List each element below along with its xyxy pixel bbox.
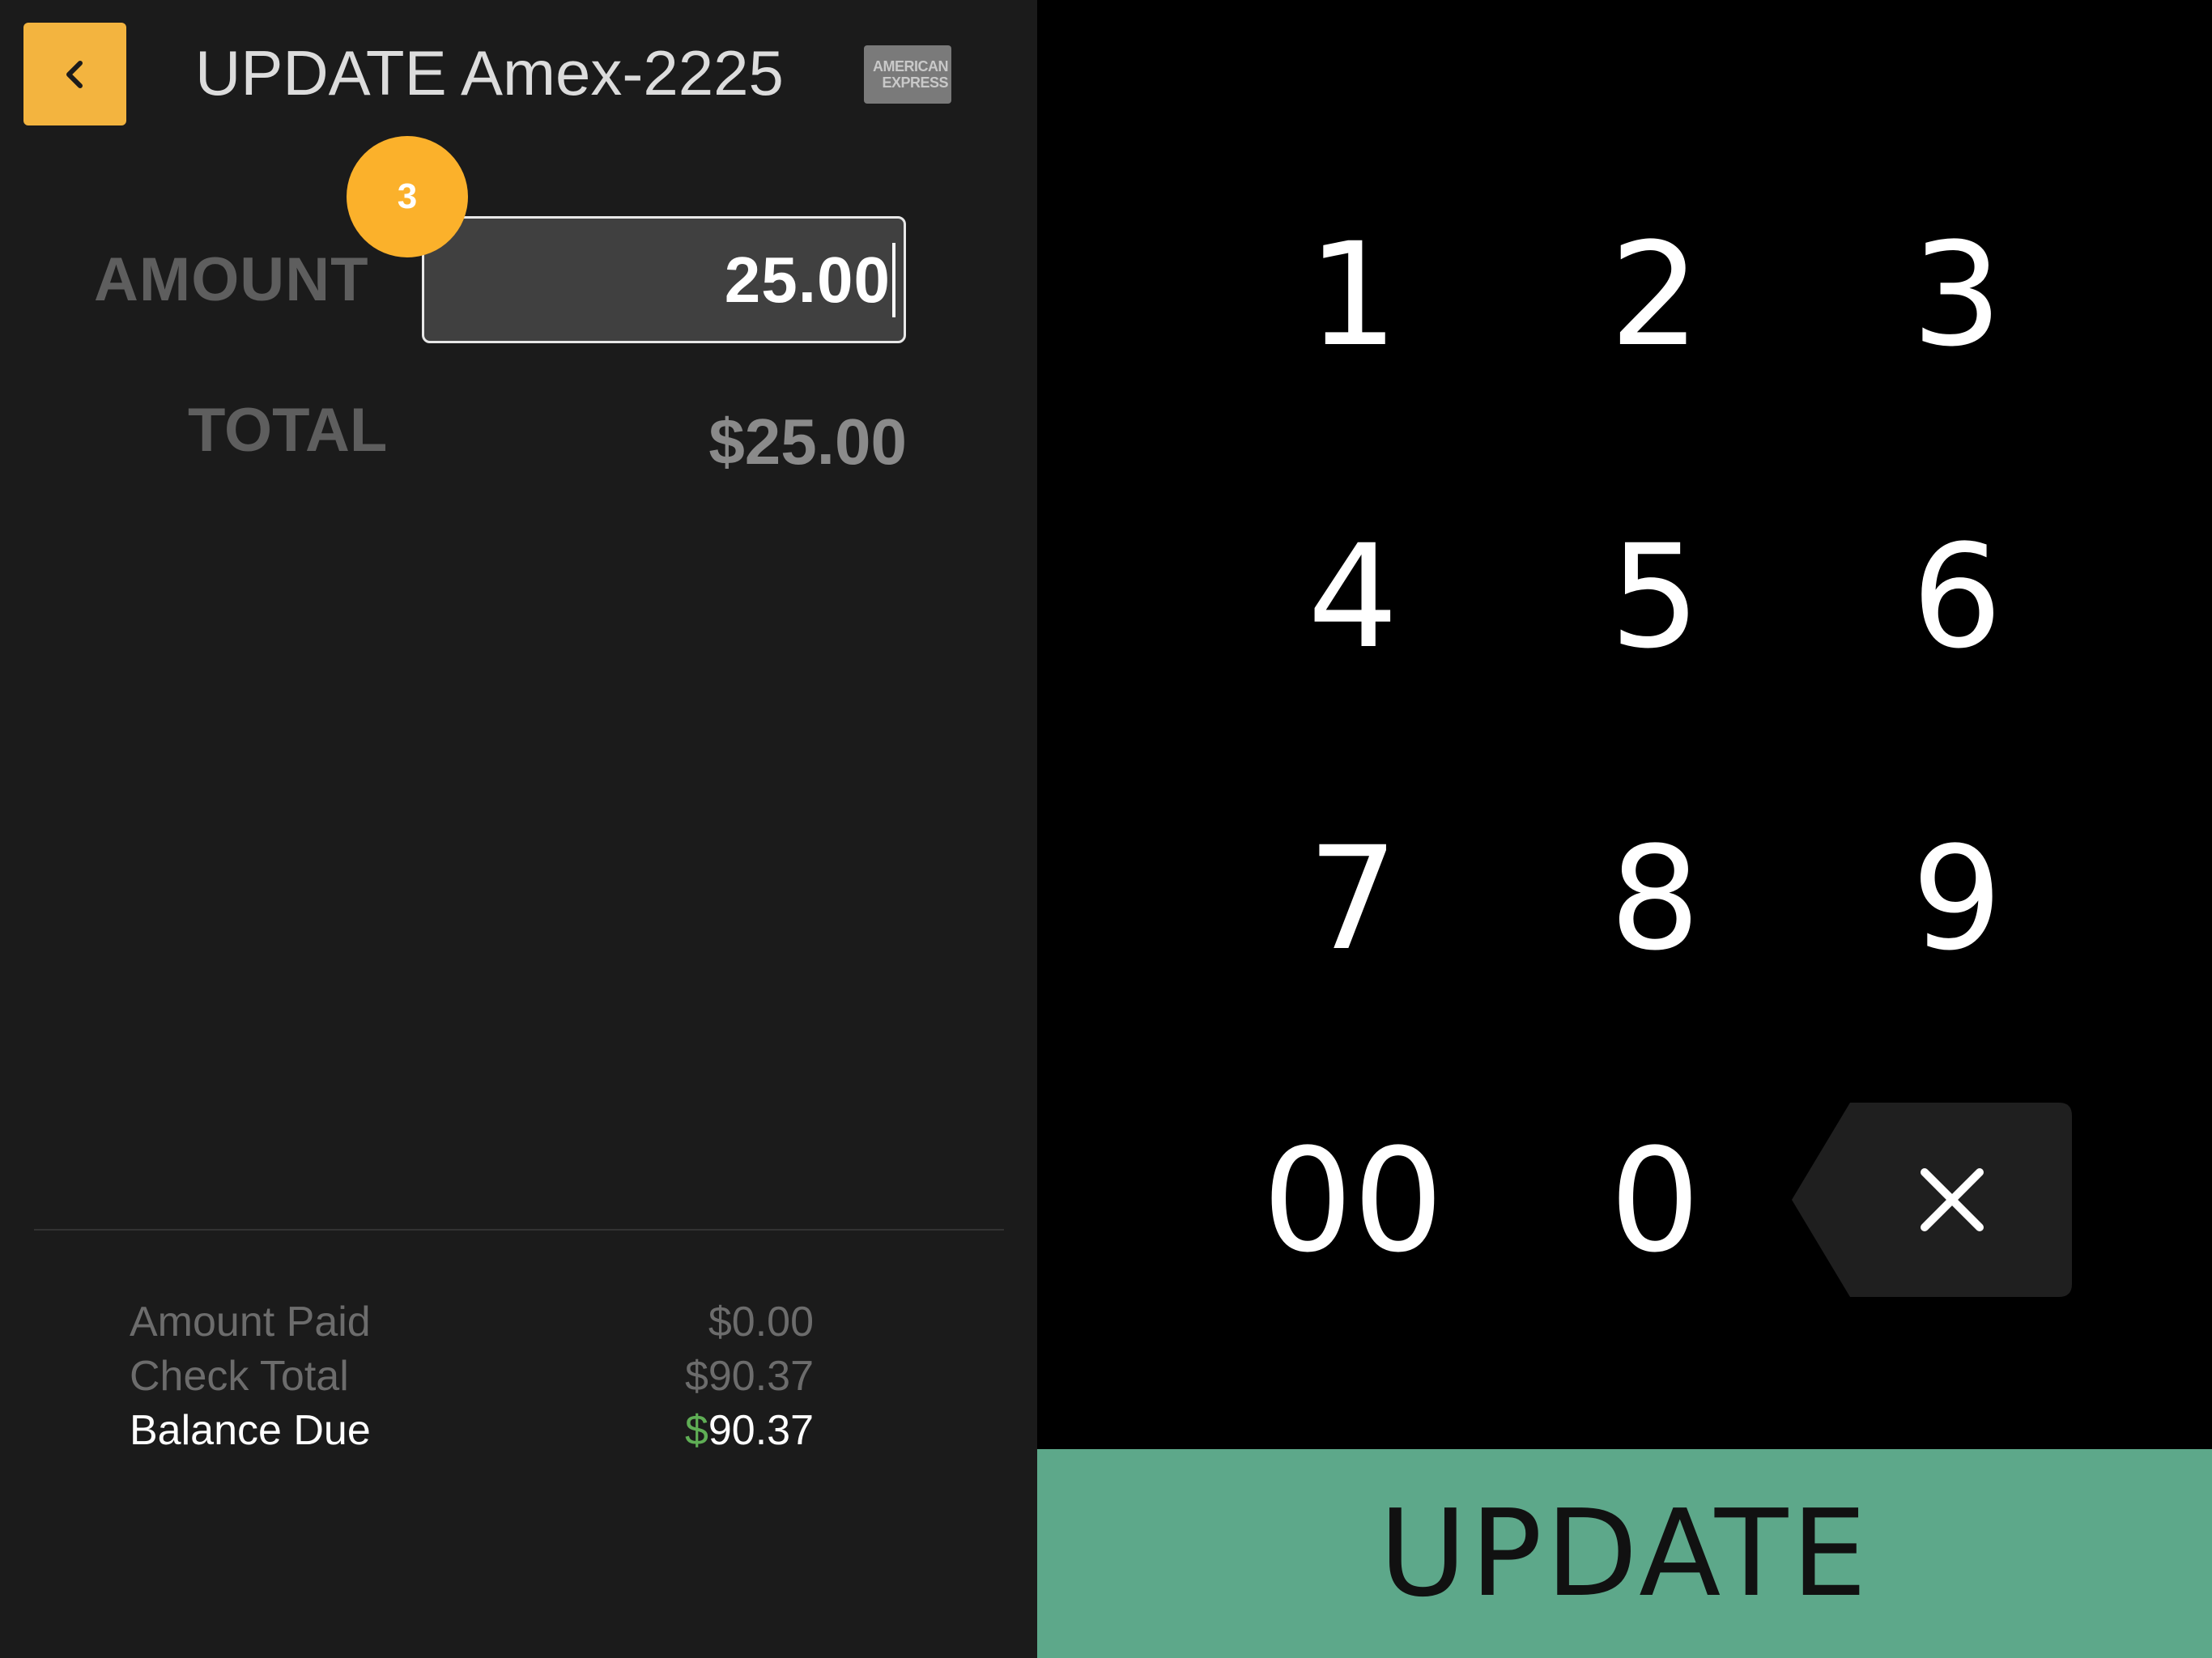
payment-summary: Amount Paid $0.00 Check Total $90.37 Bal… [130,1295,814,1458]
check-total-row: Check Total $90.37 [130,1350,814,1404]
payment-panel: UPDATE Amex-2225 AMERICAN EXPRESS AMOUNT… [0,0,1037,1658]
key-8[interactable]: 8 [1534,777,1776,1020]
text-caret [892,242,895,317]
key-1[interactable]: 1 [1231,173,1474,416]
key-00[interactable]: 00 [1191,1079,1515,1322]
amount-value: 25.00 [724,243,891,316]
key-5[interactable]: 5 [1534,475,1776,718]
keypad-panel: 1 2 3 4 5 6 7 8 9 00 0 UPDATE [1037,0,2212,1658]
chevron-left-icon [66,60,83,88]
key-0[interactable]: 0 [1534,1079,1776,1322]
numeric-keypad: 1 2 3 4 5 6 7 8 9 00 0 [1037,0,2212,1449]
balance-due-amount: 90.37 [708,1407,814,1454]
back-button[interactable] [23,23,126,125]
check-total-value: $90.37 [684,1353,814,1400]
divider [34,1229,1004,1231]
backspace-icon [1792,1103,2072,1297]
total-label: TOTAL [188,396,388,465]
total-value: $25.00 [708,406,907,478]
update-button-label: UPDATE [1379,1484,1870,1623]
amount-paid-row: Amount Paid $0.00 [130,1295,814,1350]
card-brand-line2: EXPRESS [882,74,948,91]
backspace-button[interactable] [1792,1103,2072,1297]
balance-due-currency: $ [684,1407,708,1454]
update-button[interactable]: UPDATE [1037,1449,2212,1658]
key-3[interactable]: 3 [1836,173,2078,416]
key-6[interactable]: 6 [1836,475,2078,718]
step-badge: 3 [347,136,468,257]
card-brand-line1: AMERICAN [873,58,949,74]
check-total-label: Check Total [130,1353,349,1400]
balance-due-row: Balance Due $90.37 [130,1404,814,1458]
amount-paid-value: $0.00 [708,1299,814,1346]
balance-due-value: $90.37 [685,1404,814,1458]
key-7[interactable]: 7 [1231,777,1474,1020]
amount-label: AMOUNT [94,245,369,314]
key-9[interactable]: 9 [1836,777,2078,1020]
balance-due-label: Balance Due [130,1407,371,1454]
page-title: UPDATE Amex-2225 [195,37,784,108]
amount-paid-label: Amount Paid [130,1299,371,1346]
key-2[interactable]: 2 [1534,173,1776,416]
key-4[interactable]: 4 [1231,475,1474,718]
amex-card-logo: AMERICAN EXPRESS [864,45,951,104]
amount-field[interactable]: 25.00 [422,216,906,343]
